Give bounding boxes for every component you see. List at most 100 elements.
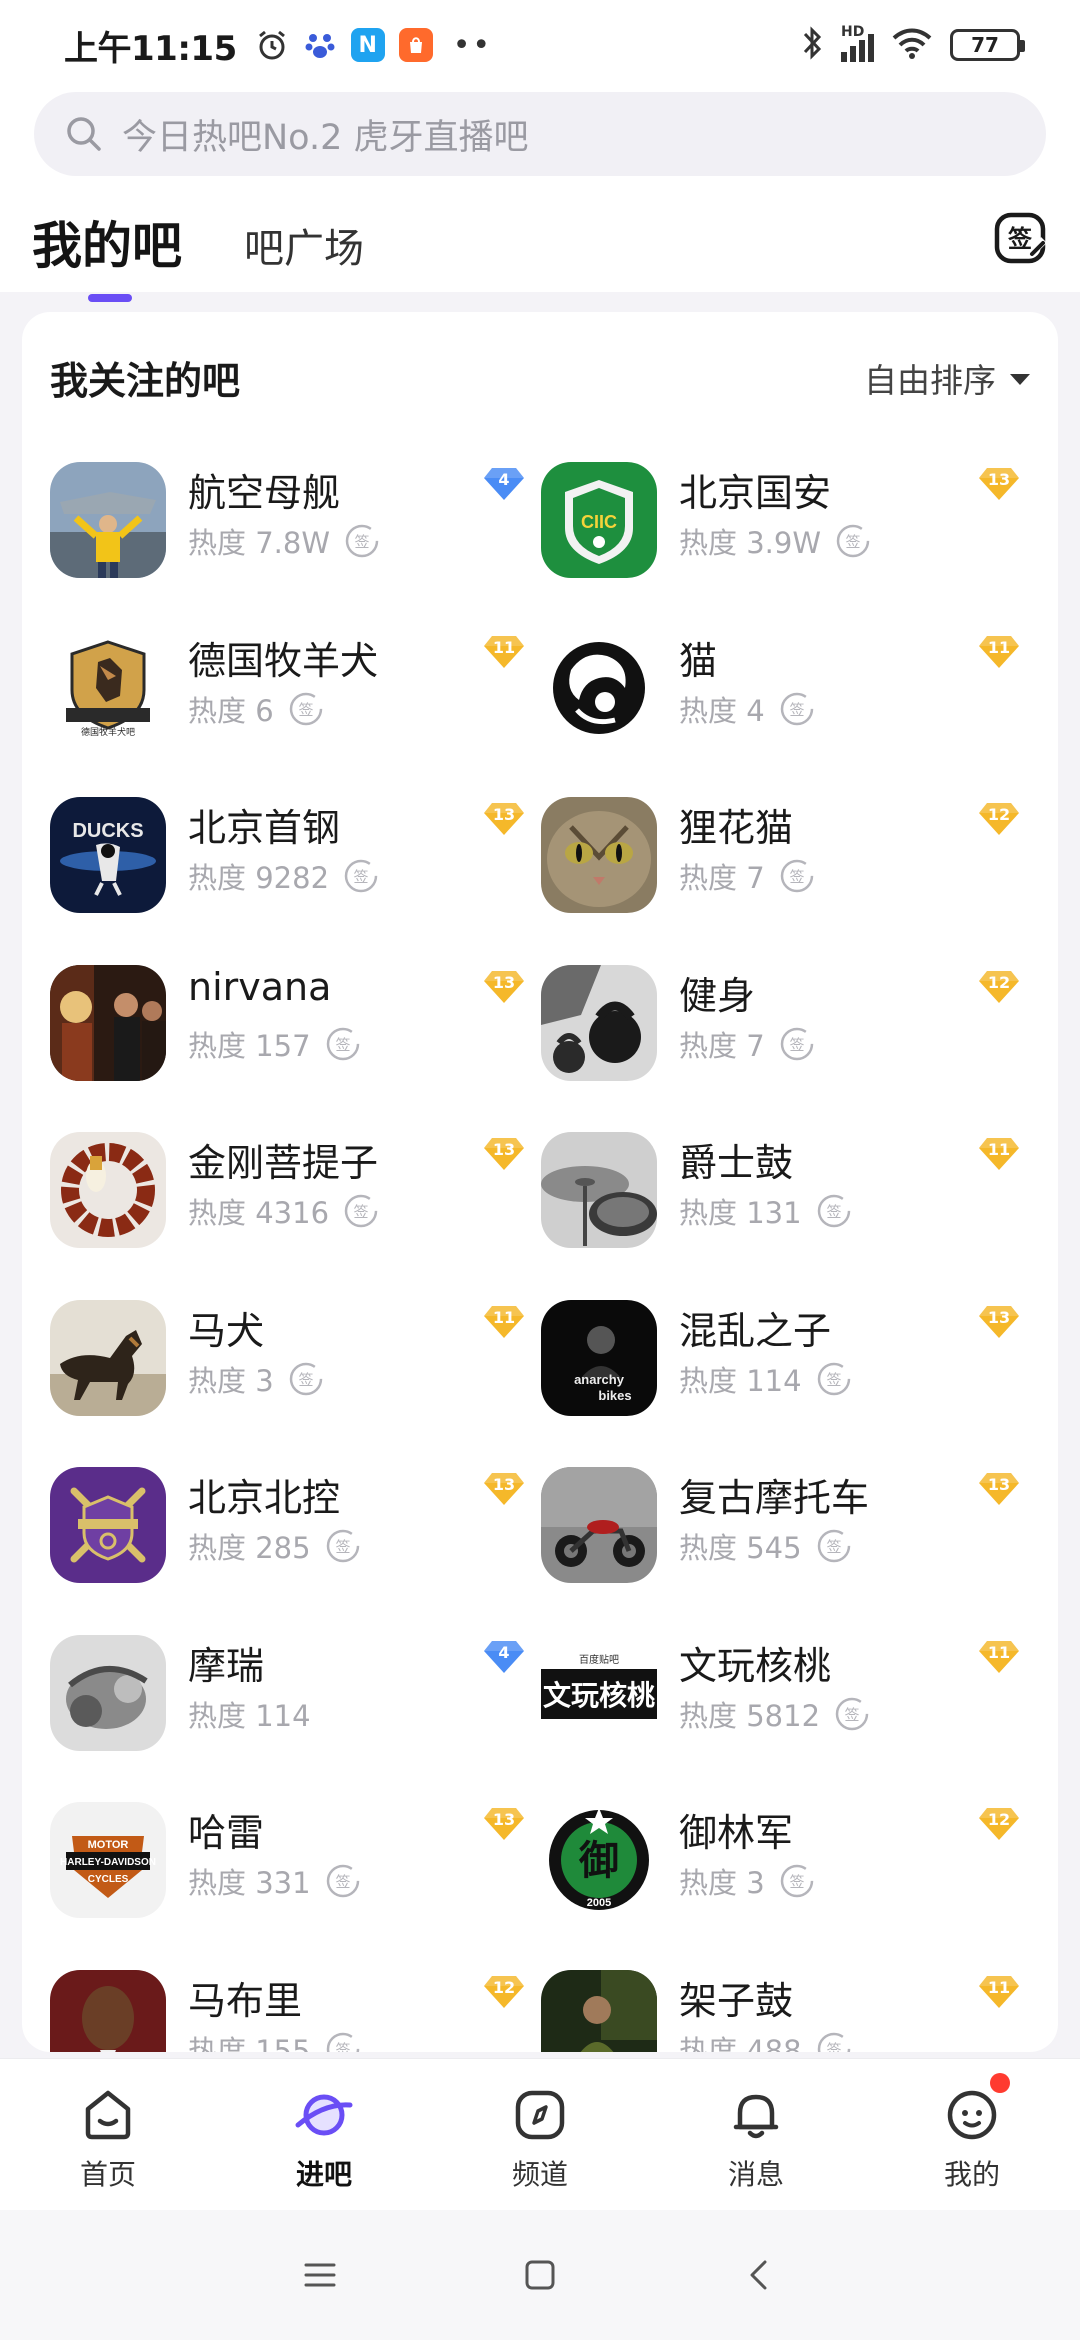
- forum-item[interactable]: DUCKS 北京首钢 热度 9282 签 13: [22, 787, 541, 955]
- forum-name: 文玩核桃: [679, 1643, 832, 1688]
- tab-my-forums-label: 我的吧: [32, 217, 182, 275]
- sign-badge-icon: 签: [326, 1864, 359, 1898]
- tab-forum-square[interactable]: 吧广场: [244, 216, 364, 274]
- forum-avatar: [541, 1969, 657, 2052]
- level-number: 13: [492, 1810, 516, 1829]
- forum-item[interactable]: 复古摩托车 热度 545 签 13: [541, 1457, 1058, 1625]
- svg-text:签: 签: [826, 2041, 841, 2053]
- level-badge: 11: [977, 1637, 1021, 1675]
- forum-heat-text: 热度 3: [188, 1363, 274, 1398]
- nav-forums[interactable]: 进吧: [216, 2059, 432, 2210]
- svg-text:签: 签: [298, 701, 313, 719]
- menu-icon[interactable]: [300, 2255, 340, 2295]
- forum-item[interactable]: 德国牧羊犬吧 德国牧羊犬 热度 6 签 11: [22, 620, 541, 788]
- svg-text:德国牧羊犬吧: 德国牧羊犬吧: [81, 726, 135, 738]
- forum-name: nirvana: [188, 964, 332, 1009]
- forum-heat: 热度 4 签: [679, 688, 815, 730]
- sign-in-icon[interactable]: 签: [992, 210, 1048, 266]
- svg-text:HARLEY-DAVIDSON: HARLEY-DAVIDSON: [60, 1857, 156, 1868]
- forum-item[interactable]: 北京北控 热度 285 签 13: [22, 1457, 541, 1625]
- level-badge: 13: [977, 464, 1021, 502]
- forum-item[interactable]: 健身 热度 7 签 12: [541, 955, 1058, 1123]
- forum-item[interactable]: nirvana 热度 157 签 13: [22, 955, 541, 1123]
- forum-name: 北京北控: [188, 1476, 341, 1520]
- forum-item[interactable]: 文玩核桃 百度贴吧 文玩核桃 热度 5812 签 11: [541, 1625, 1058, 1793]
- svg-text:签: 签: [846, 533, 861, 551]
- paw-icon: [303, 28, 337, 62]
- nav-messages[interactable]: 消息: [648, 2059, 864, 2210]
- forum-heat-text: 热度 157: [188, 1028, 311, 1063]
- ducks-logo-image: DUCKS: [50, 797, 166, 913]
- level-badge: 12: [977, 967, 1021, 1005]
- level-number: 12: [492, 1977, 516, 1997]
- level-number: 13: [987, 1307, 1011, 1327]
- home-square-icon[interactable]: [520, 2255, 560, 2295]
- forum-avatar: [541, 1132, 657, 1248]
- fighters-crest-image: [50, 1467, 166, 1583]
- sign-badge-icon: 签: [780, 1027, 813, 1060]
- forum-item[interactable]: 航空母舰 热度 7.8W 签 4: [22, 452, 541, 620]
- sign-badge-icon: 签: [780, 1864, 813, 1898]
- forum-heat-text: 热度 545: [679, 1531, 802, 1565]
- forum-item[interactable]: 狸花猫 热度 7 签 12: [541, 787, 1058, 955]
- forum-item[interactable]: 爵士鼓 热度 131 签 11: [541, 1122, 1058, 1290]
- nav-home[interactable]: 首页: [0, 2059, 216, 2210]
- level-badge: 12: [977, 1804, 1021, 1842]
- svg-text:CYCLES: CYCLES: [88, 1874, 129, 1885]
- sign-badge-icon: 签: [326, 1027, 359, 1060]
- forum-name: 北京国安: [679, 471, 832, 515]
- forum-heat: 热度 285 签: [188, 1525, 361, 1567]
- svg-text:签: 签: [826, 1538, 841, 1556]
- svg-text:DUCKS: DUCKS: [72, 820, 143, 842]
- nav-profile[interactable]: 我的: [864, 2059, 1080, 2210]
- sign-badge-icon: 签: [345, 524, 379, 558]
- sign-badge-icon: 签: [344, 859, 378, 893]
- search-bar[interactable]: 今日热吧No.2 虎牙直播吧: [34, 92, 1046, 176]
- forum-item[interactable]: 架子鼓 热度 488 签 11: [541, 1960, 1058, 2053]
- level-number: 12: [987, 1810, 1011, 1829]
- forum-name: 北京首钢: [188, 806, 341, 850]
- svg-text:文玩核桃: 文玩核桃: [543, 1679, 655, 1712]
- forum-item[interactable]: anarchy bikes 混乱之子 热度 114 签 13: [541, 1290, 1058, 1458]
- forum-item[interactable]: 金刚菩提子 热度 4316 签 13: [22, 1122, 541, 1290]
- shepherd-shield-image: 德国牧羊犬吧: [50, 629, 166, 746]
- kettlebell-image: [541, 964, 657, 1081]
- svg-text:签: 签: [355, 533, 370, 551]
- level-number: 11: [492, 1307, 516, 1327]
- forum-item[interactable]: CIIC 北京国安 热度 3.9W 签 13: [541, 452, 1058, 620]
- planet-icon: [295, 2094, 353, 2136]
- svg-text:anarchy: anarchy: [574, 1372, 625, 1387]
- forum-item[interactable]: 马犬 热度 3 签 11: [22, 1290, 541, 1458]
- forum-item[interactable]: 马布里 热度 155 签 12: [22, 1960, 541, 2052]
- forum-avatar: [50, 1299, 166, 1416]
- svg-text:御: 御: [578, 1838, 619, 1884]
- forum-item[interactable]: 猫热度 4 签 11: [541, 620, 1058, 788]
- forum-avatar: [541, 964, 657, 1081]
- sign-badge-icon: 签: [780, 859, 813, 893]
- search-icon: [67, 117, 101, 151]
- sign-badge-icon: 签: [326, 2032, 359, 2052]
- forum-heat: 热度 488 签: [679, 2028, 852, 2053]
- forum-heat-text: 热度 114: [679, 1363, 802, 1398]
- tab-my-forums[interactable]: 我的吧: [32, 206, 182, 302]
- level-number: 13: [987, 1475, 1011, 1494]
- level-number: 13: [492, 1140, 516, 1159]
- forum-avatar: [541, 1467, 657, 1583]
- svg-text:签: 签: [335, 1538, 350, 1556]
- forum-name: 混乱之子: [679, 1308, 832, 1353]
- forum-avatar: [50, 1132, 166, 1248]
- nav-channel[interactable]: 频道: [432, 2059, 648, 2210]
- forum-heat-text: 热度 131: [679, 1196, 802, 1230]
- sort-dropdown[interactable]: 自由排序: [864, 354, 1030, 402]
- biker-image: anarchybikes: [541, 1299, 657, 1416]
- forum-item[interactable]: 御 2005 御林军 热度 3 签 12: [541, 1792, 1058, 1960]
- forum-item[interactable]: 摩瑞 热度 114 4: [22, 1625, 541, 1793]
- forum-name: 德国牧羊犬: [188, 638, 379, 683]
- sign-badge-icon: 签: [344, 1194, 378, 1228]
- forum-heat: 热度 7 签: [679, 1023, 815, 1065]
- forum-item[interactable]: MOTOR HARLEY-DAVIDSON CYCLES 哈雷 热度 331 签 13: [22, 1792, 541, 1960]
- svg-text:签: 签: [826, 1203, 841, 1221]
- svg-text:签: 签: [298, 1371, 313, 1389]
- back-icon[interactable]: [740, 2255, 780, 2295]
- caret-down-icon: [1010, 374, 1030, 385]
